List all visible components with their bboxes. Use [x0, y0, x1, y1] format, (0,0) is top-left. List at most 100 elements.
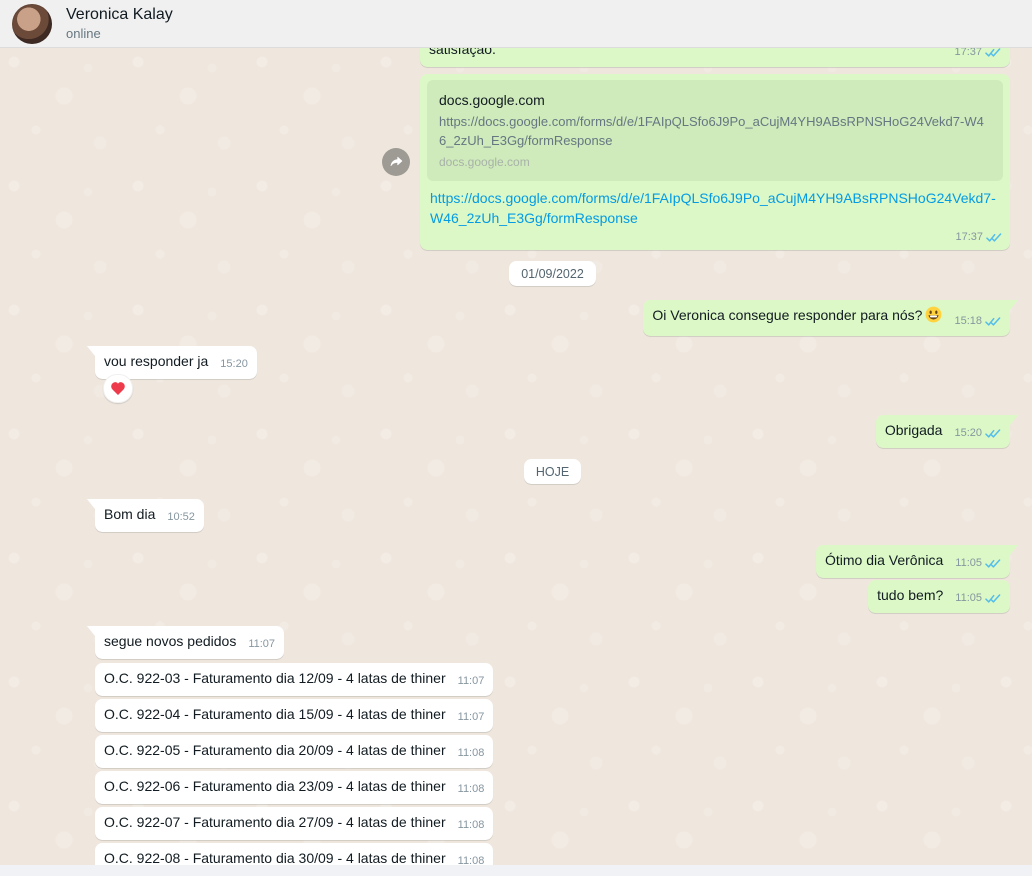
message-time: 17:37	[954, 48, 982, 62]
message-row: Obrigada 15:20	[95, 415, 1010, 448]
message-text: O.C. 922-04 - Faturamento dia 15/09 - 4 …	[104, 705, 446, 724]
outgoing-message[interactable]: Obrigada 15:20	[876, 415, 1010, 448]
contact-info[interactable]: Veronica Kalay online	[66, 4, 173, 43]
forward-arrow-icon	[388, 154, 405, 171]
link-preview-title: docs.google.com	[439, 90, 991, 110]
message-link[interactable]: https://docs.google.com/forms/d/e/1FAIpQ…	[430, 188, 1000, 228]
heart-reaction[interactable]	[103, 374, 133, 403]
message-row: O.C. 922-07 - Faturamento dia 27/09 - 4 …	[95, 807, 1010, 840]
outgoing-message[interactable]: Oi Veronica consegue responder para nós?…	[643, 300, 1010, 336]
message-list[interactable]: satisfação. 17:37 docs.google.com	[0, 48, 1032, 865]
message-row: 01/09/2022	[95, 261, 1010, 286]
double-check-icon	[985, 558, 1001, 569]
outgoing-link-message[interactable]: docs.google.com https://docs.google.com/…	[420, 74, 1010, 250]
message-meta: 15:20	[954, 424, 1001, 443]
incoming-message[interactable]: O.C. 922-07 - Faturamento dia 27/09 - 4 …	[95, 807, 493, 840]
message-row: O.C. 922-08 - Faturamento dia 30/09 - 4 …	[95, 843, 1010, 865]
message-time: 15:20	[954, 424, 982, 443]
message-row: satisfação. 17:37	[95, 48, 1010, 67]
message-row: vou responder ja 15:20	[95, 346, 1010, 379]
message-text: vou responder ja	[104, 352, 208, 371]
message-row: docs.google.com https://docs.google.com/…	[95, 74, 1010, 250]
double-check-icon	[986, 232, 1002, 243]
message-text: Obrigada	[885, 421, 943, 440]
message-time: 17:37	[955, 228, 983, 247]
message-meta: 15:20	[220, 355, 248, 374]
message-meta: 11:07	[458, 708, 485, 727]
composer-bar	[0, 865, 1032, 876]
message-row: O.C. 922-06 - Faturamento dia 23/09 - 4 …	[95, 771, 1010, 804]
message-time: 11:07	[458, 672, 485, 691]
message-time: 11:08	[458, 852, 485, 865]
message-text: tudo bem?	[877, 586, 943, 605]
incoming-message[interactable]: O.C. 922-05 - Faturamento dia 20/09 - 4 …	[95, 735, 493, 768]
message-row: O.C. 922-05 - Faturamento dia 20/09 - 4 …	[95, 735, 1010, 768]
chat-header[interactable]: Veronica Kalay online	[0, 0, 1032, 48]
message-meta: 11:08	[458, 744, 485, 763]
message-text: O.C. 922-05 - Faturamento dia 20/09 - 4 …	[104, 741, 446, 760]
incoming-message[interactable]: vou responder ja 15:20	[95, 346, 257, 379]
message-text: O.C. 922-03 - Faturamento dia 12/09 - 4 …	[104, 669, 446, 688]
incoming-message[interactable]: segue novos pedidos 11:07	[95, 626, 284, 659]
message-row: Oi Veronica consegue responder para nós?…	[95, 300, 1010, 336]
incoming-message[interactable]: O.C. 922-04 - Faturamento dia 15/09 - 4 …	[95, 699, 493, 732]
message-row: segue novos pedidos 11:07	[95, 626, 1010, 659]
message-meta: 15:18	[954, 312, 1001, 331]
message-text: O.C. 922-07 - Faturamento dia 27/09 - 4 …	[104, 813, 446, 832]
message-row: Bom dia 10:52	[95, 499, 1010, 532]
message-meta: 11:05	[955, 589, 1001, 608]
message-meta: 17:37	[955, 228, 1002, 247]
message-meta: 11:05	[955, 554, 1001, 573]
message-time: 11:07	[248, 635, 275, 654]
message-meta: 11:08	[458, 780, 485, 799]
contact-avatar[interactable]	[12, 4, 52, 44]
incoming-message[interactable]: Bom dia 10:52	[95, 499, 204, 532]
whatsapp-chat-panel: Veronica Kalay online satisfação. 17:37	[0, 0, 1032, 876]
message-time: 15:18	[954, 312, 982, 331]
message-time: 10:52	[167, 508, 195, 527]
message-text: O.C. 922-08 - Faturamento dia 30/09 - 4 …	[104, 849, 446, 865]
message-time: 11:07	[458, 708, 485, 727]
message-row: O.C. 922-03 - Faturamento dia 12/09 - 4 …	[95, 663, 1010, 696]
incoming-message[interactable]: O.C. 922-08 - Faturamento dia 30/09 - 4 …	[95, 843, 493, 865]
message-meta: 11:07	[458, 672, 485, 691]
message-meta: 11:08	[458, 852, 485, 865]
message-text: Oi Veronica consegue responder para nós?	[652, 306, 942, 328]
message-row: Ótimo dia Verônica 11:05	[95, 545, 1010, 578]
link-preview-url: https://docs.google.com/forms/d/e/1FAIpQ…	[439, 112, 991, 150]
message-text: Bom dia	[104, 505, 155, 524]
message-row: O.C. 922-04 - Faturamento dia 15/09 - 4 …	[95, 699, 1010, 732]
incoming-message[interactable]: O.C. 922-03 - Faturamento dia 12/09 - 4 …	[95, 663, 493, 696]
message-text: satisfação.	[429, 48, 942, 59]
outgoing-message[interactable]: satisfação. 17:37	[420, 48, 1010, 67]
message-row: tudo bem? 11:05	[95, 580, 1010, 613]
contact-status: online	[66, 25, 173, 43]
double-check-icon	[985, 316, 1001, 327]
message-time: 15:20	[220, 355, 248, 374]
double-check-icon	[985, 593, 1001, 604]
incoming-message[interactable]: O.C. 922-06 - Faturamento dia 23/09 - 4 …	[95, 771, 493, 804]
link-preview-domain: docs.google.com	[439, 154, 991, 171]
forward-icon[interactable]	[382, 148, 410, 176]
contact-name: Veronica Kalay	[66, 4, 173, 25]
date-divider: 01/09/2022	[509, 261, 596, 286]
message-time: 11:08	[458, 816, 485, 835]
message-text: O.C. 922-06 - Faturamento dia 23/09 - 4 …	[104, 777, 446, 796]
message-time: 11:05	[955, 554, 982, 573]
message-meta: 11:07	[248, 635, 275, 654]
message-meta: 10:52	[167, 508, 195, 527]
message-time: 11:05	[955, 589, 982, 608]
message-meta: 11:08	[458, 816, 485, 835]
grinning-emoji-icon	[925, 306, 942, 328]
double-check-icon	[985, 48, 1001, 58]
outgoing-message[interactable]: tudo bem? 11:05	[868, 580, 1010, 613]
link-preview-card[interactable]: docs.google.com https://docs.google.com/…	[427, 80, 1003, 181]
message-text: segue novos pedidos	[104, 632, 236, 651]
outgoing-message[interactable]: Ótimo dia Verônica 11:05	[816, 545, 1010, 578]
double-check-icon	[985, 428, 1001, 439]
heart-icon	[110, 381, 126, 396]
message-meta: 17:37	[954, 48, 1001, 62]
message-text: Ótimo dia Verônica	[825, 551, 943, 570]
message-time: 11:08	[458, 744, 485, 763]
message-row: HOJE	[95, 459, 1010, 484]
